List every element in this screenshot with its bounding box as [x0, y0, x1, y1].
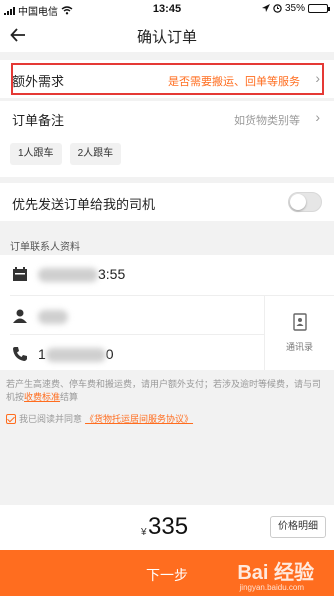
- highlight-box: [11, 63, 324, 95]
- total-price: 335: [148, 513, 189, 540]
- agree-checkbox[interactable]: [6, 413, 16, 424]
- page-title: 确认订单: [136, 29, 197, 46]
- calendar-icon: [13, 267, 27, 281]
- pickup-time-suffix: 3:55: [98, 266, 126, 282]
- price-detail-button[interactable]: 价格明细: [270, 516, 326, 538]
- contact-name-row[interactable]: [0, 297, 264, 335]
- phone-prefix: 1: [38, 346, 46, 362]
- battery-percent: 35%: [284, 3, 305, 14]
- pickup-time-row[interactable]: 3:55: [0, 255, 334, 293]
- priority-driver-label: 优先发送订单给我的司机: [12, 197, 156, 212]
- agreement-link[interactable]: 《货物托运居间服务协议》: [85, 412, 193, 425]
- nav-bar: 确认订单: [0, 18, 334, 52]
- order-remark-hint: 如货物类别等: [234, 115, 300, 127]
- location-icon: [261, 4, 270, 12]
- toggle-knob: [290, 194, 306, 210]
- fee-standard-link[interactable]: 收费标准: [24, 392, 60, 402]
- priority-driver-toggle[interactable]: [288, 192, 322, 212]
- remark-tag[interactable]: 2人跟车: [69, 143, 122, 165]
- remark-tags: 1人跟车 2人跟车: [10, 143, 122, 165]
- priority-driver-row: 优先发送订单给我的司机: [0, 183, 334, 221]
- phone-icon: [13, 347, 27, 361]
- remark-tag[interactable]: 1人跟车: [10, 143, 62, 165]
- currency-symbol: ¥: [141, 527, 147, 538]
- order-remark-title: 订单备注: [12, 113, 65, 128]
- status-bar: 中国电信 13:45 35%: [0, 0, 334, 18]
- chevron-right-icon: ›: [315, 109, 320, 125]
- watermark-brand: Bai 经验: [237, 562, 314, 584]
- alarm-icon: [273, 4, 282, 13]
- phone-suffix: 0: [105, 346, 114, 362]
- pickup-time-value: 3:55: [38, 266, 126, 283]
- agreement-row: 我已阅读并同意 《货物托运居间服务协议》: [6, 412, 193, 425]
- contact-name-value: [38, 308, 68, 325]
- person-icon: [13, 309, 27, 323]
- battery-icon: [308, 4, 330, 13]
- agree-prefix: 我已阅读并同意: [19, 414, 83, 424]
- order-remark-row[interactable]: 订单备注 如货物类别等 ›: [0, 101, 334, 135]
- bottom-strip: [0, 596, 334, 605]
- contact-phone-value: 10: [38, 346, 114, 363]
- address-book-button[interactable]: 通讯录: [265, 295, 334, 370]
- address-book-icon: [292, 313, 307, 331]
- contact-section-label: 订单联系人资料: [10, 242, 80, 253]
- contact-phone-row[interactable]: 10: [0, 335, 264, 373]
- next-step-button[interactable]: 下一步 Bai 经验 jingyan.baidu.com: [0, 550, 334, 596]
- contact-card: 3:55 10 通讯录: [0, 255, 334, 370]
- price-bar: ¥ 335 价格明细: [0, 505, 334, 550]
- address-book-label: 通讯录: [285, 342, 313, 352]
- fee-notice: 若产生高速费、停车费和搬运费，请用户额外支付；若涉及逾时等候费，请与司机按收费标…: [6, 378, 328, 404]
- order-remark-section: 订单备注 如货物类别等 ›: [0, 101, 334, 177]
- fee-notice-tail: 结算: [60, 392, 79, 402]
- watermark-url: jingyan.baidu.com: [239, 583, 304, 592]
- status-right: 35%: [261, 3, 330, 14]
